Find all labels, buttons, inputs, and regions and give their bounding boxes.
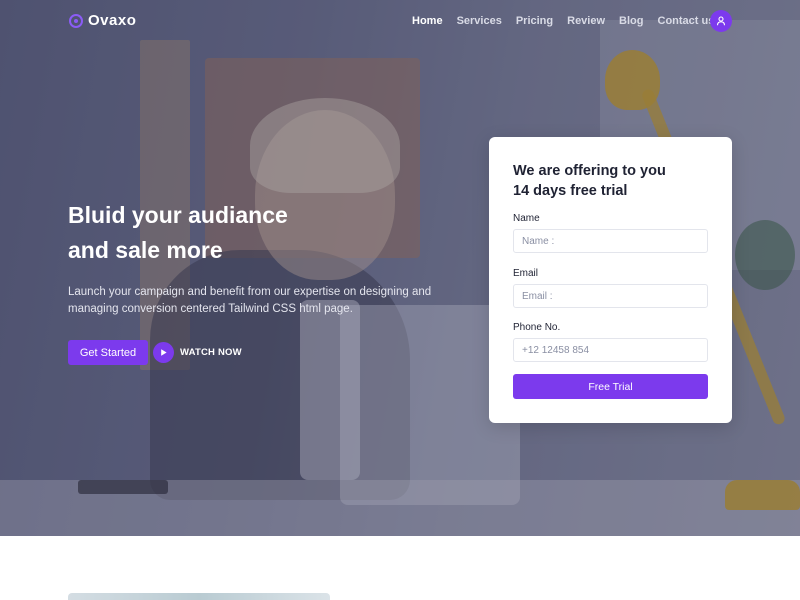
nav-item-pricing[interactable]: Pricing [516, 15, 553, 27]
trial-card-title-line-2: 14 days free trial [513, 183, 628, 199]
phone-label: Phone No. [513, 322, 561, 333]
free-trial-card: We are offering to you 14 days free tria… [489, 137, 732, 423]
email-label: Email [513, 268, 539, 279]
free-trial-button[interactable]: Free Trial [513, 374, 708, 399]
watch-now-button[interactable]: WATCH NOW [153, 342, 242, 363]
phone-input[interactable] [513, 338, 708, 362]
main-menu: Home Services Pricing Review Blog Contac… [412, 15, 714, 27]
get-started-button[interactable]: Get Started [68, 340, 148, 365]
watch-now-label: WATCH NOW [180, 347, 242, 358]
nav-item-services[interactable]: Services [457, 15, 502, 27]
trial-card-title: We are offering to you 14 days free tria… [513, 161, 708, 201]
name-label: Name [513, 213, 540, 224]
hero-subtitle: Launch your campaign and benefit from ou… [68, 284, 448, 318]
play-button[interactable] [153, 342, 174, 363]
next-section-image [68, 593, 330, 600]
nav-item-home[interactable]: Home [412, 15, 443, 27]
top-navbar: Ovaxo Home Services Pricing Review Blog … [0, 0, 800, 42]
logo-icon [69, 13, 83, 28]
hero-title-line-2: and sale more [68, 237, 223, 263]
trial-card-title-line-1: We are offering to you [513, 163, 666, 179]
hero-subtitle-line-1: Launch your campaign and benefit from ou… [68, 286, 432, 298]
nav-item-blog[interactable]: Blog [619, 15, 643, 27]
name-input[interactable] [513, 229, 708, 253]
play-icon [161, 349, 167, 356]
hero-subtitle-line-2: managing conversion centered Tailwind CS… [68, 303, 353, 315]
user-account-button[interactable] [710, 10, 732, 32]
email-input[interactable] [513, 284, 708, 308]
hero-title: Bluid your audiance and sale more [68, 198, 388, 268]
hero-section: Ovaxo Home Services Pricing Review Blog … [0, 0, 800, 536]
user-icon [716, 16, 726, 26]
hero-title-line-1: Bluid your audiance [68, 202, 288, 228]
nav-item-review[interactable]: Review [567, 15, 605, 27]
brand-logo[interactable]: Ovaxo [69, 12, 136, 29]
brand-name: Ovaxo [88, 12, 137, 29]
nav-item-contact[interactable]: Contact us [658, 15, 715, 27]
